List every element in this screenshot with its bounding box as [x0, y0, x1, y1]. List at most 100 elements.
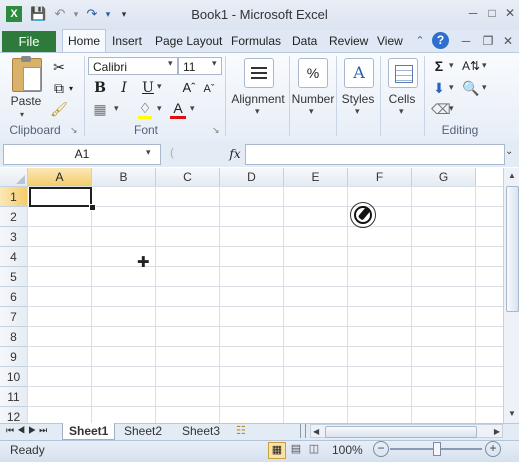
page-break-view-icon[interactable]: ◫ — [306, 442, 322, 457]
font-color-dropdown-icon[interactable]: ▾ — [190, 103, 195, 114]
page-layout-view-icon[interactable]: ▤ — [288, 442, 304, 457]
minimize-ribbon-icon[interactable]: ⌃ — [413, 34, 427, 48]
workbook-minimize-icon[interactable]: ─ — [458, 34, 474, 48]
tab-file[interactable]: File — [2, 31, 56, 52]
cells-icon[interactable] — [388, 58, 418, 88]
active-cell-a1[interactable] — [29, 187, 92, 207]
paste-button[interactable]: Paste — [6, 94, 46, 108]
font-launcher-icon[interactable]: ↘ — [212, 125, 220, 136]
insert-function-button[interactable]: fx — [226, 145, 244, 163]
separator — [84, 56, 85, 136]
separator — [225, 56, 226, 136]
clipboard-launcher-icon[interactable]: ↘ — [70, 125, 78, 136]
cells-button[interactable]: Cells — [382, 92, 422, 106]
tab-insert[interactable]: Insert — [110, 30, 144, 52]
paste-icon[interactable] — [12, 56, 42, 92]
decrease-font-size-icon[interactable]: Aˇ — [200, 80, 218, 98]
cells-dropdown-icon[interactable]: ▾ — [399, 106, 404, 117]
scroll-down-icon[interactable]: ▼ — [505, 406, 519, 422]
clipboard-group-label: Clipboard — [9, 123, 61, 137]
fill-color-dropdown-icon[interactable]: ▾ — [157, 103, 162, 114]
h-scroll-thumb[interactable] — [325, 426, 477, 438]
tab-data[interactable]: Data — [290, 30, 319, 52]
formula-input[interactable] — [245, 144, 505, 165]
font-name-box[interactable]: Calibri — [88, 57, 178, 75]
plus-cursor-icon: ✚ — [137, 254, 150, 271]
zoom-out-icon[interactable]: − — [373, 441, 389, 457]
format-painter-icon[interactable]: 🖌 — [50, 100, 68, 118]
autosum-dropdown-icon[interactable]: ▾ — [449, 60, 454, 71]
fill-color-icon[interactable]: ♢ — [136, 99, 154, 117]
tab-view[interactable]: View — [375, 30, 405, 52]
worksheet-grid[interactable]: ABCDEFG 1 2 3 4 5 6 7 8 9 10 11 12 ✚ — [0, 168, 503, 423]
tab-home[interactable]: Home — [62, 29, 106, 53]
help-icon[interactable]: ? — [432, 32, 449, 49]
tab-review[interactable]: Review — [327, 30, 370, 52]
restore-icon[interactable]: □ — [484, 6, 500, 20]
horizontal-scrollbar[interactable]: ◀ ▶ — [310, 424, 503, 438]
increase-font-size-icon[interactable]: Aˆ — [180, 79, 198, 97]
zoom-level[interactable]: 100% — [332, 443, 363, 457]
workbook-restore-icon[interactable]: ❐ — [480, 34, 496, 48]
scroll-thumb[interactable] — [506, 186, 519, 312]
alignment-icon[interactable] — [244, 58, 274, 88]
font-size-dropdown-icon[interactable]: ▾ — [212, 58, 217, 69]
styles-button[interactable]: Styles — [338, 92, 378, 106]
expand-formula-bar-icon[interactable]: ⌄ — [505, 146, 513, 157]
font-name-dropdown-icon[interactable]: ▾ — [168, 58, 173, 69]
sheet-tab-sheet2[interactable]: Sheet2 — [118, 423, 168, 439]
underline-button[interactable]: U — [140, 79, 156, 97]
expand-formula-bar-grip[interactable]: ( — [162, 144, 182, 163]
vertical-scrollbar[interactable]: ▲ ▼ — [503, 168, 519, 423]
find-select-dropdown-icon[interactable]: ▾ — [482, 82, 487, 93]
name-box-dropdown-icon[interactable]: ▾ — [146, 147, 151, 158]
styles-dropdown-icon[interactable]: ▾ — [355, 106, 360, 117]
find-select-icon[interactable]: 🔍 — [461, 79, 481, 97]
zoom-slider-thumb[interactable] — [433, 442, 441, 456]
clear-icon[interactable]: ⌫ — [431, 100, 451, 118]
alignment-button[interactable]: Alignment — [229, 92, 287, 106]
scroll-left-icon[interactable]: ◀ — [313, 425, 319, 438]
sheet-nav-icons[interactable]: ⏮◀▶⏭ — [6, 425, 50, 436]
tab-page-layout[interactable]: Page Layout — [153, 30, 224, 52]
number-dropdown-icon[interactable]: ▾ — [309, 106, 314, 117]
sort-filter-icon[interactable]: A⇅ — [461, 57, 481, 75]
number-format-icon[interactable]: % — [298, 58, 328, 88]
workbook-close-icon[interactable]: ✕ — [500, 34, 516, 48]
paste-dropdown-icon[interactable]: ▾ — [20, 110, 24, 119]
font-color-swatch — [170, 116, 186, 119]
font-group-label: Font — [133, 123, 158, 137]
scroll-right-icon[interactable]: ▶ — [494, 425, 500, 438]
minimize-icon[interactable]: ─ — [465, 6, 481, 20]
number-button[interactable]: Number — [290, 92, 336, 106]
normal-view-icon[interactable]: ▦ — [268, 442, 286, 459]
fill-handle[interactable] — [89, 204, 96, 211]
borders-dropdown-icon[interactable]: ▾ — [114, 103, 119, 114]
underline-dropdown-icon[interactable]: ▾ — [157, 81, 162, 92]
tab-split-handle[interactable] — [300, 424, 306, 438]
tab-formulas[interactable]: Formulas — [229, 30, 283, 52]
close-icon[interactable]: ✕ — [502, 6, 518, 20]
sheet-tab-sheet1[interactable]: Sheet1 — [62, 423, 116, 440]
alignment-dropdown-icon[interactable]: ▾ — [255, 106, 260, 117]
fill-icon[interactable]: ⬇ — [431, 79, 447, 97]
font-size-value: 11 — [183, 60, 196, 74]
separator — [380, 56, 381, 136]
styles-icon[interactable]: A — [344, 58, 374, 88]
zoom-in-icon[interactable]: + — [485, 441, 501, 457]
clear-dropdown-icon[interactable]: ▾ — [449, 103, 454, 114]
cut-icon[interactable]: ✂ — [50, 58, 68, 76]
font-name-value: Calibri — [93, 60, 128, 74]
autosum-icon[interactable]: Σ — [431, 57, 447, 75]
italic-button[interactable]: I — [116, 79, 132, 97]
borders-icon[interactable]: ▦ — [92, 100, 108, 118]
scroll-up-icon[interactable]: ▲ — [505, 168, 519, 184]
insert-sheet-icon[interactable]: ☷ — [236, 424, 246, 437]
bold-button[interactable]: B — [92, 79, 108, 97]
fill-dropdown-icon[interactable]: ▾ — [449, 82, 454, 93]
font-color-icon[interactable]: A — [170, 99, 186, 117]
sheet-tab-sheet3[interactable]: Sheet3 — [176, 423, 226, 439]
name-box[interactable]: A1 — [3, 144, 161, 165]
sort-filter-dropdown-icon[interactable]: ▾ — [482, 60, 487, 71]
copy-dropdown-icon[interactable]: ▾ — [66, 80, 76, 98]
